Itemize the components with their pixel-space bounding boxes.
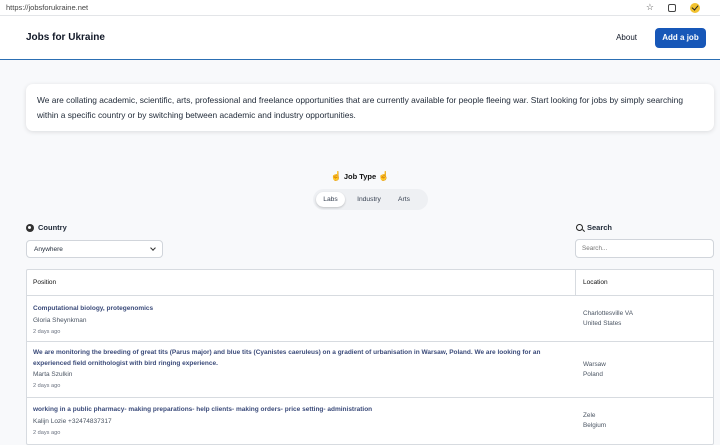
job-posted-time: 2 days ago [33,328,61,335]
location-country: United States [583,319,622,327]
search-input[interactable] [575,239,714,258]
table-row[interactable]: working in a public pharmacy- making pre… [27,398,713,444]
country-label: Country [26,223,67,232]
extension-icon[interactable] [668,3,676,12]
search-label-text: Search [587,223,613,232]
pointing-hand-icon: ☝ [378,171,390,181]
job-title[interactable]: We are monitoring the breeding of great … [33,348,570,369]
site-brand[interactable]: Jobs for Ukraine [26,32,105,43]
job-title[interactable]: working in a public pharmacy- making pre… [33,405,570,416]
location-city: Charlottesville VA [583,309,633,317]
job-type-arts[interactable]: Arts [389,192,419,207]
location-cell: Charlottesville VA United States [576,296,713,341]
table-header: Position Location [27,270,713,296]
browser-bar: https://jobsforukraine.net ☆ [0,0,720,16]
intro-card: We are collating academic, scientific, a… [26,84,714,131]
job-type-toggle: Labs Industry Arts [313,189,428,210]
job-type-industry[interactable]: Industry [349,192,389,207]
country-select[interactable]: Anywhere [26,240,163,258]
main-nav: About Add a job [616,27,706,48]
job-type-labs[interactable]: Labs [316,192,345,207]
column-header-position: Position [27,270,576,295]
about-link[interactable]: About [616,33,637,42]
browser-toolbar: ☆ [646,2,714,13]
add-job-button[interactable]: Add a job [655,27,706,48]
job-posted-time: 2 days ago [33,429,61,436]
check-badge-icon[interactable] [690,2,700,13]
search-icon [576,224,583,231]
job-title[interactable]: Computational biology, protegenomics [33,304,570,315]
position-cell: working in a public pharmacy- making pre… [27,398,576,444]
pointing-hand-icon: ☝ [330,171,342,181]
location-cell: Warsaw Poland [576,342,713,397]
chevron-down-icon [150,245,156,251]
job-contact: Gloria Sheynkman [33,316,87,324]
position-cell: We are monitoring the breeding of great … [27,342,576,397]
address-bar[interactable]: https://jobsforukraine.net [6,3,646,12]
position-cell: Computational biology, protegenomics Glo… [27,296,576,341]
table-row[interactable]: Computational biology, protegenomics Glo… [27,296,713,342]
location-city: Warsaw [583,360,606,368]
search-label: Search [576,223,612,232]
job-type-heading: ☝ Job Type ☝ [0,171,720,182]
country-label-text: Country [38,223,67,232]
job-contact: Kalijn Lozie +32474837317 [33,417,112,425]
column-header-location: Location [583,279,608,286]
location-country: Poland [583,370,603,378]
job-posted-time: 2 days ago [33,383,61,389]
job-contact: Marta Szulkin [33,371,73,378]
globe-icon [26,223,34,232]
location-country: Belgium [583,422,607,429]
country-select-value: Anywhere [34,245,63,253]
table-row[interactable]: We are monitoring the breeding of great … [27,342,713,398]
site-header: Jobs for Ukraine About Add a job [0,16,720,60]
star-icon[interactable]: ☆ [646,3,654,12]
jobs-table: Position Location Computational biology,… [26,269,714,445]
location-city: Zele [583,412,596,419]
job-type-label: Job Type [343,172,377,181]
location-cell: Zele Belgium [576,398,713,444]
